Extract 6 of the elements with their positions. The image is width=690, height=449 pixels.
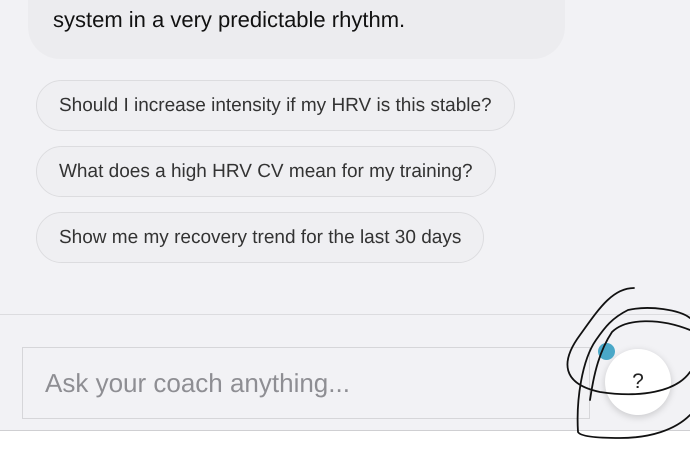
- message-input[interactable]: Ask your coach anything...: [22, 347, 590, 419]
- message-text: system in a very predictable rhythm.: [53, 7, 406, 32]
- suggestion-chip[interactable]: Should I increase intensity if my HRV is this stable?: [36, 80, 515, 131]
- help-button[interactable]: ?: [605, 349, 671, 415]
- suggestion-chip[interactable]: Show me my recovery trend for the last 30 days: [36, 212, 484, 263]
- suggestion-chip[interactable]: What does a high HRV CV mean for my training?: [36, 146, 496, 197]
